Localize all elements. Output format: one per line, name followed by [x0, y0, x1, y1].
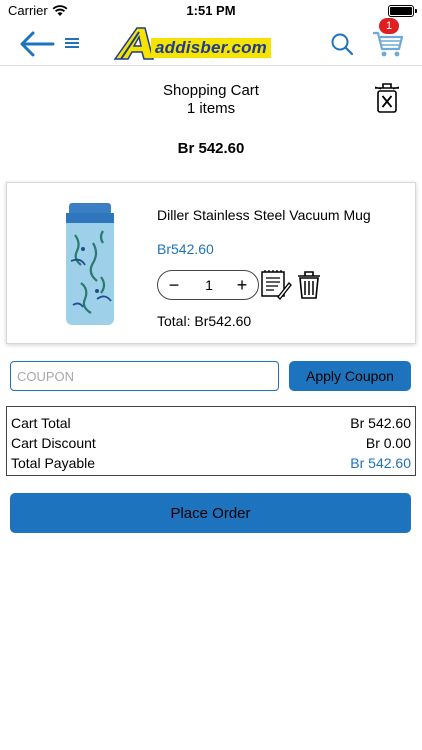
total-payable-value: Br 542.60 — [350, 455, 411, 471]
menu-icon[interactable] — [64, 36, 80, 50]
place-order-button[interactable]: Place Order — [10, 493, 411, 533]
product-total: Total: Br542.60 — [157, 313, 252, 329]
cart-total-value: Br 542.60 — [350, 415, 411, 431]
cart-discount-row: Cart Discount Br 0.00 — [11, 435, 411, 455]
coupon-input[interactable] — [10, 361, 279, 391]
delete-item-icon[interactable] — [297, 270, 321, 300]
quantity-value: 1 — [205, 277, 213, 293]
cart-item-card: Diller Stainless Steel Vacuum Mug Br542.… — [6, 182, 416, 344]
product-price: Br542.60 — [157, 241, 214, 257]
cart-item-count: 1 items — [186, 100, 236, 117]
quantity-increment-button[interactable]: + — [232, 275, 252, 295]
product-image[interactable] — [63, 203, 117, 327]
battery-level-fill — [390, 7, 412, 15]
apply-coupon-button[interactable]: Apply Coupon — [289, 361, 411, 391]
nav-bar: addisber.com — [0, 22, 422, 66]
status-bar: Carrier 1:51 PM — [0, 0, 422, 22]
quantity-decrement-button[interactable]: − — [164, 275, 184, 295]
total-payable-row: Total Payable Br 542.60 — [11, 455, 411, 475]
cart-discount-label: Cart Discount — [11, 435, 96, 451]
cart-count-badge: 1 — [379, 18, 399, 34]
quantity-stepper: − 1 + — [157, 270, 259, 300]
order-summary: Cart Total Br 542.60 Cart Discount Br 0.… — [6, 406, 416, 476]
cart-amount: Br 542.60 — [177, 140, 245, 157]
status-time: 1:51 PM — [186, 3, 236, 18]
logo-text: addisber.com — [151, 38, 271, 58]
cart-discount-value: Br 0.00 — [365, 435, 411, 451]
battery-icon — [388, 5, 417, 17]
edit-note-icon[interactable] — [260, 269, 292, 301]
total-payable-label: Total Payable — [11, 455, 96, 471]
product-name[interactable]: Diller Stainless Steel Vacuum Mug — [157, 207, 371, 223]
search-icon[interactable] — [330, 32, 354, 56]
cart-total-label: Cart Total — [11, 415, 71, 431]
cart-total-row: Cart Total Br 542.60 — [11, 415, 411, 435]
clear-cart-icon[interactable] — [373, 82, 401, 114]
back-arrow-icon[interactable] — [18, 30, 56, 58]
page-title: Shopping Cart — [163, 82, 259, 99]
brand-logo[interactable]: addisber.com — [113, 26, 289, 60]
